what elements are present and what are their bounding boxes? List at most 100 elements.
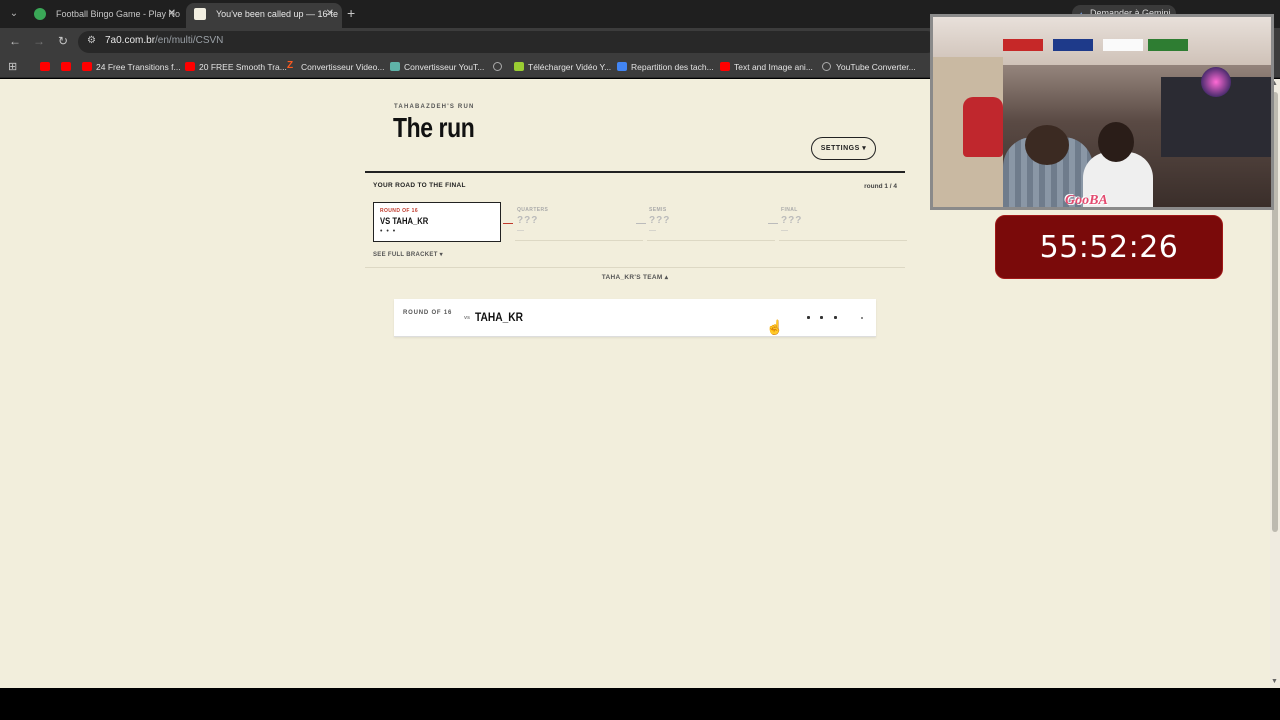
bookmark-label: Télécharger Vidéo Y... <box>528 62 612 72</box>
tab-title: Football Bingo Game - Play No <box>56 9 181 19</box>
stream-timer: 55:52:26 <box>995 215 1223 279</box>
status-dot <box>820 316 823 319</box>
see-full-bracket-link[interactable]: SEE FULL BRACKET ▾ <box>373 251 443 258</box>
bookmark-item[interactable]: Repartition des tach... <box>617 60 714 74</box>
globe-icon <box>822 62 831 71</box>
match-vs-label: vs <box>464 315 471 321</box>
url-text: 7a0.com.br/en/multi/CSVN <box>105 35 223 46</box>
stage-opponent: ??? <box>649 215 671 226</box>
round-counter: round 1 / 4 <box>864 183 897 190</box>
stage-status: — <box>517 227 524 234</box>
youtube-icon <box>82 62 92 71</box>
match-opponent: TAHA_KR <box>475 310 523 324</box>
settings-button[interactable]: SETTINGS ▾ <box>811 137 876 160</box>
back-arrow-icon[interactable]: ← <box>7 33 23 49</box>
tab-football-bingo[interactable]: Football Bingo Game - Play No ✕ <box>26 3 184 28</box>
site-info-icon[interactable]: ⚙ <box>87 35 96 46</box>
bookmark-label: Repartition des tach... <box>631 62 714 72</box>
bookmark-label: 24 Free Transitions f... <box>96 62 181 72</box>
screen: ⌄ Football Bingo Game - Play No ✕ You've… <box>0 0 1280 720</box>
status-dot <box>861 317 863 319</box>
tab-favicon-icon <box>194 8 206 20</box>
cam-led-light <box>1201 67 1231 97</box>
stage-status: — <box>649 227 656 234</box>
hand-cursor-icon: ☝ <box>766 319 784 335</box>
bookmark-item[interactable] <box>61 60 75 74</box>
road-to-final-label: YOUR ROAD TO THE FINAL <box>373 182 466 189</box>
bookmark-item[interactable]: Text and Image ani... <box>720 60 813 74</box>
match-row[interactable]: ROUND OF 16 vs TAHA_KR <box>394 299 876 337</box>
run-kicker: TAHABAZDEH'S RUN <box>394 104 475 110</box>
cam-flag <box>1103 39 1143 51</box>
tab-title: You've been called up — 16-te <box>216 9 338 19</box>
cam-flag <box>1053 39 1093 51</box>
cam-chair <box>963 97 1003 157</box>
url-host: 7a0.com.br <box>105 35 156 46</box>
bookmark-label: Convertisseur Video... <box>301 62 385 72</box>
bookmark-item[interactable]: Télécharger Vidéo Y... <box>514 60 611 74</box>
close-icon[interactable]: ✕ <box>168 3 176 25</box>
stage-label: FINAL <box>781 207 798 213</box>
cam-head <box>1025 125 1069 165</box>
bottom-bar <box>0 688 1280 720</box>
divider <box>365 171 905 173</box>
bracket-connector <box>768 223 778 224</box>
cam-logo: GooBA <box>1065 193 1108 208</box>
stage-final: FINAL ??? — <box>779 205 907 241</box>
stage-status: — <box>781 227 788 234</box>
youtube-icon <box>40 62 50 71</box>
status-dot <box>834 316 837 319</box>
new-tab-plus-icon[interactable]: + <box>347 5 355 21</box>
stage-quarters: QUARTERS ??? — <box>515 205 643 241</box>
webcam-overlay: GooBA <box>930 14 1274 210</box>
stage-opponent: ??? <box>781 215 803 226</box>
apps-grid-icon[interactable]: ⊞ <box>8 60 17 73</box>
bookmark-item[interactable]: 24 Free Transitions f... <box>82 60 181 74</box>
page-title: The run <box>393 112 475 143</box>
status-dot <box>807 316 810 319</box>
stage-round-of-16[interactable]: ROUND OF 16 VS TAHA_KR • • • <box>373 202 501 242</box>
bookmark-item[interactable] <box>493 60 507 74</box>
tab-search-icon[interactable]: ⌄ <box>6 6 22 22</box>
bracket-connector <box>503 223 513 224</box>
team-toggle[interactable]: TAHA_KR'S TEAM ▴ <box>365 273 905 281</box>
address-bar[interactable]: ⚙ 7a0.com.br/en/multi/CSVN <box>78 31 938 53</box>
bookmark-item[interactable] <box>40 60 54 74</box>
download-icon <box>514 62 524 71</box>
bracket-connector <box>636 223 646 224</box>
bookmark-item[interactable]: 20 FREE Smooth Tra... <box>185 60 287 74</box>
bookmark-label: Convertisseur YouT... <box>404 62 485 72</box>
docs-icon <box>617 62 627 71</box>
reload-icon[interactable]: ↻ <box>55 33 71 49</box>
url-path: /en/multi/CSVN <box>155 35 224 46</box>
stage-label: ROUND OF 16 <box>380 208 419 214</box>
bookmark-item[interactable]: Z Convertisseur Video... <box>287 60 384 74</box>
close-icon[interactable]: ✕ <box>326 3 334 25</box>
cam-flag <box>1148 39 1188 51</box>
z-icon: Z <box>287 60 294 71</box>
stage-opponent: ??? <box>517 215 539 226</box>
cam-flag <box>1003 39 1043 51</box>
stage-semis: SEMIS ??? — <box>647 205 775 241</box>
tab-called-up[interactable]: You've been called up — 16-te ✕ <box>186 3 342 28</box>
cam-head <box>1098 122 1134 162</box>
stage-label: QUARTERS <box>517 207 549 213</box>
converter-icon <box>390 62 400 71</box>
scroll-down-icon[interactable]: ▼ <box>1271 678 1278 685</box>
bookmark-item[interactable]: Convertisseur YouT... <box>390 60 484 74</box>
tab-favicon-icon <box>34 8 46 20</box>
globe-icon <box>493 62 502 71</box>
youtube-icon <box>720 62 730 71</box>
bookmark-label: 20 FREE Smooth Tra... <box>199 62 287 72</box>
youtube-icon <box>185 62 195 71</box>
stage-status: • • • <box>380 228 397 235</box>
youtube-icon <box>61 62 71 71</box>
stage-opponent: VS TAHA_KR <box>380 216 429 226</box>
match-round-label: ROUND OF 16 <box>403 310 453 316</box>
stage-label: SEMIS <box>649 207 667 213</box>
bookmark-item[interactable]: YouTube Converter... <box>822 60 916 74</box>
forward-arrow-icon[interactable]: → <box>31 33 47 49</box>
bookmark-label: Text and Image ani... <box>734 62 813 72</box>
divider <box>365 267 905 268</box>
bookmark-label: YouTube Converter... <box>836 62 916 72</box>
